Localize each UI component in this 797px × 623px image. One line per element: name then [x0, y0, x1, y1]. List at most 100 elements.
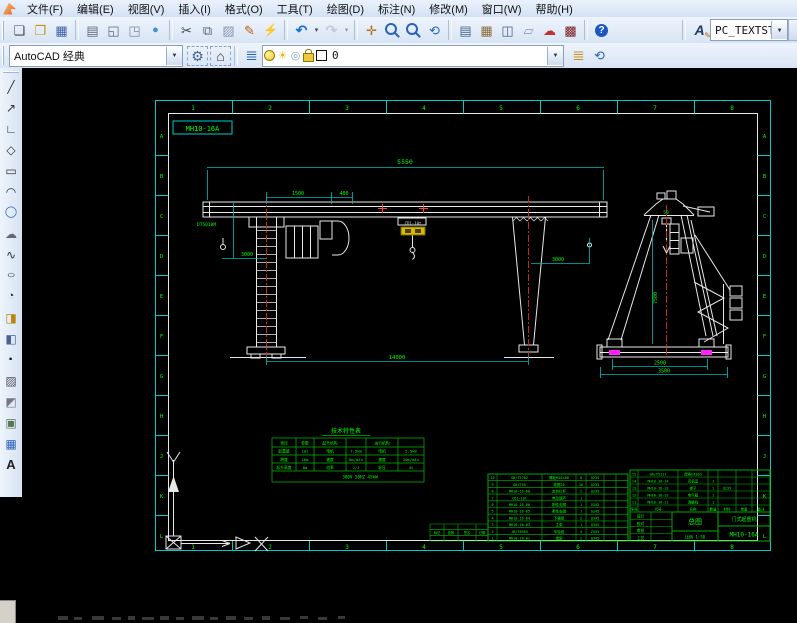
my-workspace-icon[interactable]: [210, 46, 231, 66]
plot-icon[interactable]: [82, 20, 103, 40]
region-icon[interactable]: [1, 412, 21, 433]
open-icon[interactable]: [30, 20, 51, 40]
workspace-combobox[interactable]: AutoCAD 经典: [9, 45, 183, 67]
menu-format[interactable]: 格式(O): [218, 0, 270, 18]
svg-text:A: A: [160, 134, 164, 140]
zoom-window-icon[interactable]: [403, 20, 424, 40]
multiline-text-icon[interactable]: [1, 454, 21, 475]
zoom-realtime-icon[interactable]: [382, 20, 403, 40]
layer-combobox[interactable]: 0: [262, 45, 564, 67]
layer-unlock-icon[interactable]: [302, 48, 315, 64]
line-icon[interactable]: [1, 76, 21, 97]
make-object-layer-current-icon[interactable]: [568, 46, 589, 66]
construction-line-icon[interactable]: [1, 97, 21, 118]
hoist-trolley: CD1-10t: [401, 221, 425, 235]
menu-edit[interactable]: 编辑(E): [70, 0, 121, 18]
svg-text:F: F: [160, 334, 163, 340]
chevron-down-icon[interactable]: [771, 21, 787, 39]
toolbar-drag-handle[interactable]: [2, 46, 6, 65]
menu-view[interactable]: 视图(V): [121, 0, 172, 18]
quick-calculator-icon[interactable]: [560, 20, 581, 40]
menu-help[interactable]: 帮助(H): [529, 0, 580, 18]
circle-icon[interactable]: [1, 202, 21, 223]
save-icon[interactable]: [51, 20, 72, 40]
menu-window[interactable]: 窗口(W): [475, 0, 529, 18]
revision-cloud-icon[interactable]: [1, 223, 21, 244]
insert-block-icon[interactable]: [1, 307, 21, 328]
rectangle-icon[interactable]: [1, 160, 21, 181]
svg-text:6: 6: [576, 105, 580, 112]
redo-dropdown-arrow[interactable]: ▾: [342, 20, 351, 40]
text-style-combobox[interactable]: PC_TEXTSTYLE: [710, 19, 788, 41]
svg-text:16: 16: [579, 483, 583, 487]
menu-modify[interactable]: 修改(M): [422, 0, 475, 18]
menu-draw[interactable]: 绘图(D): [320, 0, 371, 18]
svg-text:Q345: Q345: [591, 523, 599, 527]
menu-tools[interactable]: 工具(T): [270, 0, 320, 18]
help-icon[interactable]: [591, 20, 612, 40]
gantry-crane-side-view: [597, 191, 742, 359]
plot-preview-icon[interactable]: [103, 20, 124, 40]
zoom-previous-icon[interactable]: [424, 20, 445, 40]
svg-text:380V 50HZ 45kW: 380V 50HZ 45kW: [342, 475, 378, 480]
text-style-icon[interactable]: [689, 20, 710, 40]
menu-insert[interactable]: 插入(I): [171, 0, 217, 18]
clipped-toolbar-icon[interactable]: [788, 19, 797, 41]
redo-icon[interactable]: [321, 20, 342, 40]
cut-icon[interactable]: [176, 20, 197, 40]
publish-icon[interactable]: [124, 20, 145, 40]
svg-text:10t: 10t: [302, 449, 309, 454]
toolbar-drag-handle[interactable]: [3, 71, 19, 74]
drawing-canvas[interactable]: 12345678 12345678 ABCDEFGHJKL ABCDEFGHJK…: [22, 68, 797, 623]
workspace-settings-icon[interactable]: [187, 46, 208, 66]
gradient-icon[interactable]: [1, 391, 21, 412]
svg-text:1: 1: [191, 105, 195, 112]
svg-text:备注: 备注: [758, 506, 766, 511]
properties-icon[interactable]: [455, 20, 476, 40]
design-center-icon[interactable]: [476, 20, 497, 40]
polyline-icon[interactable]: [1, 118, 21, 139]
hatch-icon[interactable]: [1, 370, 21, 391]
svg-text:12: 12: [632, 493, 636, 497]
arc-icon[interactable]: [1, 181, 21, 202]
svg-text:走台栏杆: 走台栏杆: [552, 489, 566, 494]
svg-text:1500: 1500: [292, 191, 304, 197]
tool-palettes-icon[interactable]: [497, 20, 518, 40]
ellipse-arc-icon[interactable]: [1, 286, 21, 307]
layer-properties-manager-icon[interactable]: [241, 46, 262, 66]
copy-icon[interactable]: [197, 20, 218, 40]
layer-viewport-freeze-icon[interactable]: [289, 48, 302, 64]
svg-text:Q345: Q345: [591, 503, 599, 507]
chevron-down-icon[interactable]: [547, 47, 563, 65]
paste-icon[interactable]: [218, 20, 239, 40]
ellipse-icon[interactable]: [1, 265, 21, 286]
polygon-icon[interactable]: [1, 139, 21, 160]
layer-on-bulb-icon[interactable]: [263, 48, 276, 64]
svg-text:门式起重机: 门式起重机: [731, 516, 756, 523]
svg-text:焊条E4303: 焊条E4303: [684, 471, 702, 476]
make-block-icon[interactable]: [1, 328, 21, 349]
spline-icon[interactable]: [1, 244, 21, 265]
svg-text:14: 14: [632, 479, 636, 483]
layer-color-swatch[interactable]: [315, 48, 328, 64]
svg-text:GB/T5117: GB/T5117: [650, 472, 667, 476]
svg-text:F: F: [763, 334, 766, 340]
undo-icon[interactable]: [291, 20, 312, 40]
layer-thaw-sun-icon[interactable]: [276, 48, 289, 64]
match-properties-icon[interactable]: [239, 20, 260, 40]
layer-previous-icon[interactable]: [589, 46, 610, 66]
sheet-set-manager-icon[interactable]: [518, 20, 539, 40]
undo-dropdown-arrow[interactable]: ▾: [312, 20, 321, 40]
svg-text:1: 1: [580, 503, 582, 507]
pan-icon[interactable]: [361, 20, 382, 40]
table-icon[interactable]: [1, 433, 21, 454]
point-icon[interactable]: [1, 349, 21, 370]
block-editor-icon[interactable]: [260, 20, 281, 40]
chevron-down-icon[interactable]: [166, 47, 182, 65]
publish-to-web-icon[interactable]: [145, 20, 166, 40]
menu-dimension[interactable]: 标注(N): [371, 0, 422, 18]
menu-file[interactable]: 文件(F): [20, 0, 70, 18]
markup-set-manager-icon[interactable]: [539, 20, 560, 40]
toolbar-drag-handle[interactable]: [2, 21, 6, 40]
new-icon[interactable]: [9, 20, 30, 40]
